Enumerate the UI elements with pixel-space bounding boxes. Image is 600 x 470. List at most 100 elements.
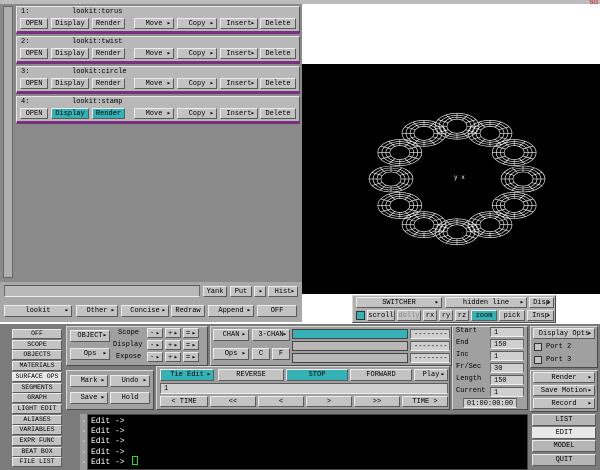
list-button[interactable]: LIST [532,414,596,426]
lookit-menu[interactable]: lookit ▸ [4,305,72,317]
time-forward-button[interactable]: TIME > [402,396,448,407]
channel-slider-3[interactable] [292,353,408,363]
sidebar-item[interactable]: SEGMENTS [12,382,62,393]
scene-display-button[interactable]: Display [51,18,89,29]
zoom-button[interactable]: zoom [471,310,497,321]
chan-c-button[interactable]: C [252,348,270,360]
current-field[interactable]: 1 [490,387,524,397]
sidebar-item[interactable]: MATERIALS [12,361,62,372]
end-field[interactable]: 150 [490,339,524,349]
channel-slider-1[interactable] [292,329,408,339]
channel-value-3[interactable]: -------- [410,353,450,363]
scene-open-button[interactable]: OPEN [20,18,48,29]
stop-button[interactable]: STOP [286,369,348,381]
chan-menu[interactable]: CHAN ▸ [213,329,249,341]
hidden-line-menu[interactable]: hidden line ▸ [445,297,527,308]
port2-checkbox[interactable] [534,343,542,351]
sidebar-item[interactable]: OFF [12,329,62,339]
object-ops-menu[interactable]: Ops ▸ [70,348,110,360]
sidebar-item[interactable]: SURFACE OPS [12,371,62,382]
sidebar-item[interactable]: FILE LIST [12,457,62,468]
scene-insert-menu[interactable]: Insert ▸ [220,108,258,119]
scene-display-button[interactable]: Display [51,108,89,119]
model-button[interactable]: MODEL [532,440,596,452]
scene-move-menu[interactable]: Move ▸ [134,108,174,119]
scene-delete-button[interactable]: Delete [260,108,296,119]
play-menu[interactable]: Play ▸ [414,369,448,381]
rx-button[interactable]: rx [423,310,437,321]
object-equals-button[interactable]: = ▸ [183,340,199,350]
render-menu[interactable]: Render ▸ [533,372,595,383]
mark-menu[interactable]: Mark ▸ [70,375,108,387]
scene-copy-menu[interactable]: Copy ▸ [177,48,217,59]
scene-render-button[interactable]: Render [92,108,125,119]
scene-list-scrollbar[interactable] [3,6,13,278]
sidebar-item[interactable]: SCOPE [12,339,62,350]
display-opts-menu[interactable]: Display Opts ▸ [533,328,595,339]
object-plus-button[interactable]: + ▸ [165,352,181,362]
port3-checkbox[interactable] [534,356,542,364]
edit-button[interactable]: EDIT [532,427,596,439]
undo-menu[interactable]: Undo ▸ [110,375,150,387]
forward-fast-button[interactable]: >> [354,396,400,407]
other-menu[interactable]: Other ▸ [76,305,118,317]
forward-button[interactable]: FORWARD [350,369,412,381]
channel-value-2[interactable]: -------- [410,341,450,351]
three-chan-menu[interactable]: 3-CHAN ▸ [252,329,290,341]
inc-field[interactable]: 1 [490,351,524,361]
insp-menu[interactable]: Insp ▸ [527,310,554,321]
sidebar-item[interactable]: EXPR FUNC [12,436,62,446]
object-equals-button[interactable]: = ▸ [183,328,199,338]
scene-move-menu[interactable]: Move ▸ [134,78,174,89]
command-console[interactable] [80,414,528,470]
sidebar-item[interactable]: BEAT BOX [12,446,62,457]
redraw-button[interactable]: Redraw [171,305,205,317]
dolly-button[interactable]: dolly [397,310,421,321]
length-field[interactable]: 150 [490,375,524,385]
rz-button[interactable]: rz [455,310,469,321]
scene-insert-menu[interactable]: Insert ▸ [220,48,258,59]
save-motion-menu[interactable]: Save Motion ▸ [533,385,595,396]
clip-input[interactable] [4,285,200,297]
channel-slider-2[interactable] [292,341,408,351]
hist-button[interactable]: Hist ▸ [268,286,298,297]
pick-button[interactable]: pick [499,310,525,321]
rewind-step-button[interactable]: < [258,396,304,407]
scene-copy-menu[interactable]: Copy ▸ [177,18,217,29]
scene-copy-menu[interactable]: Copy ▸ [177,78,217,89]
put-button[interactable]: Put [230,286,252,297]
scroll-button[interactable]: scroll [367,310,395,321]
scene-open-button[interactable]: OPEN [20,78,48,89]
scene-render-button[interactable]: Render [92,48,125,59]
scene-move-menu[interactable]: Move ▸ [134,18,174,29]
scene-insert-menu[interactable]: Insert ▸ [220,18,258,29]
sidebar-item[interactable]: GRAPH [12,393,62,404]
quit-button[interactable]: QUIT [532,454,596,466]
sidebar-item[interactable]: ALIASES [12,414,62,425]
yank-button[interactable]: Yank [203,286,227,297]
scene-open-button[interactable]: OPEN [20,48,48,59]
object-plus-button[interactable]: + ▸ [165,340,181,350]
reverse-button[interactable]: REVERSE [218,369,284,381]
timecode-field[interactable]: 01:00:00:00 [463,398,517,408]
scene-insert-menu[interactable]: Insert ▸ [220,78,258,89]
scroll-checkbox[interactable] [356,311,365,320]
scene-delete-button[interactable]: Delete [260,18,296,29]
sidebar-item[interactable]: VARIABLES [12,425,62,436]
concise-menu[interactable]: Concise ▸ [121,305,169,317]
time-back-button[interactable]: < TIME [160,396,208,407]
fps-field[interactable]: 30 [490,363,524,373]
save-menu[interactable]: Save ▸ [70,392,108,404]
scene-delete-button[interactable]: Delete [260,78,296,89]
scene-move-menu[interactable]: Move ▸ [134,48,174,59]
put-menu-button[interactable]: ▸ [254,286,266,297]
rewind-fast-button[interactable]: << [210,396,256,407]
forward-step-button[interactable]: > [306,396,352,407]
object-menu[interactable]: OBJECT ▸ [70,330,110,342]
object-plus-button[interactable]: + ▸ [165,328,181,338]
switcher-menu[interactable]: SWITCHER ▸ [356,297,442,308]
scene-display-button[interactable]: Display [51,48,89,59]
scene-render-button[interactable]: Render [92,18,125,29]
3d-viewport[interactable]: y x [302,64,600,294]
start-field[interactable]: 1 [490,327,524,337]
